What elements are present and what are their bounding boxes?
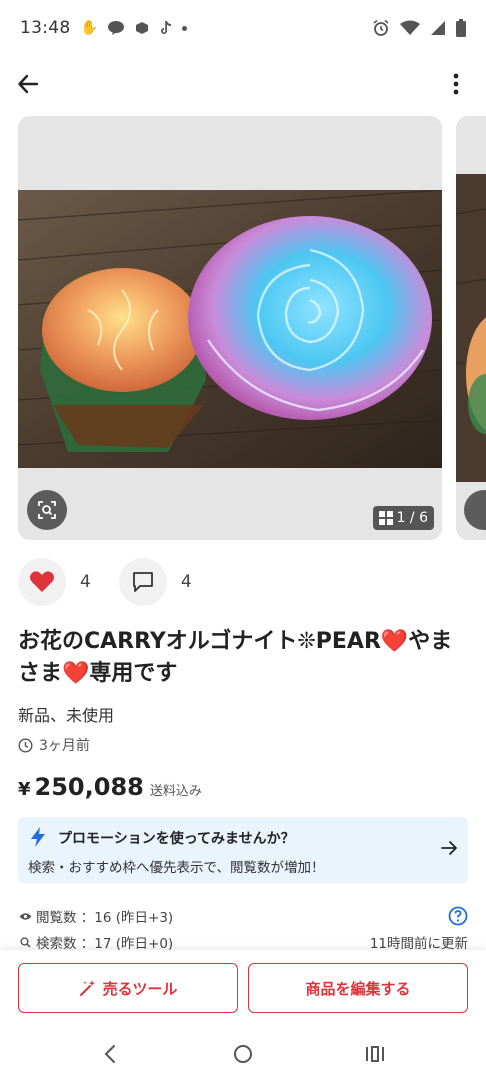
views-row: 閲覧数 ：16 (昨日+3) [18, 903, 468, 929]
search-icon [18, 936, 32, 948]
updated-time: 11時間前に更新 [369, 936, 468, 952]
more-options-button[interactable] [440, 68, 472, 100]
promotion-title: プロモーションを使ってみませんか？ [58, 831, 295, 847]
sell-tools-button[interactable]: 売るツール [18, 963, 238, 1013]
item-condition: 新品、未使用 [18, 706, 115, 725]
nav-back-icon[interactable] [100, 1043, 122, 1065]
app-icon [135, 22, 148, 34]
next-product-photo [456, 174, 486, 482]
signal-icon [431, 21, 445, 35]
like-button[interactable] [18, 558, 66, 606]
grid-icon [378, 511, 393, 525]
item-title: お花のCARRYオルゴナイト❊PEAR❤️やまさま❤️専用です [18, 629, 453, 686]
battery-icon [456, 19, 466, 37]
posted-time-text: 3ヶ月前 [39, 738, 90, 754]
status-time: 13:48 [20, 18, 71, 38]
comment-icon [132, 572, 153, 592]
comment-button[interactable] [118, 558, 167, 606]
arrow-left-icon [18, 74, 39, 94]
item-stats: 閲覧数 ：16 (昨日+3) 検索数 ：17 (昨日+0) 11時間前に更新 [18, 903, 468, 955]
price: ¥ 250,088 送料込み [18, 773, 202, 801]
system-nav-bar [0, 1030, 486, 1080]
price-value: 250,088 [34, 773, 144, 801]
magic-wand-icon [79, 980, 95, 996]
app-bar [0, 60, 486, 108]
hand-icon: ✋ [80, 20, 98, 36]
shipping-note: 送料込み [149, 784, 202, 799]
image-counter-text: 1 / 6 [396, 510, 428, 526]
next-image-card[interactable] [456, 116, 486, 540]
like-count: 4 [80, 572, 91, 592]
comment-count: 4 [180, 572, 192, 592]
lens-search-icon [38, 501, 56, 519]
wifi-icon [400, 20, 420, 35]
arrow-right-icon [441, 841, 457, 855]
status-system-icons [372, 19, 466, 37]
dot-icon [181, 25, 187, 31]
searches-text: 検索数 ：17 (昨日+0) [36, 936, 174, 952]
back-button[interactable] [12, 68, 44, 100]
heart-icon [30, 571, 54, 592]
bottom-action-bar: 売るツール 商品を編集する [0, 950, 486, 1030]
lightning-icon [31, 827, 45, 847]
product-photo [18, 190, 442, 468]
line-icon [107, 21, 124, 35]
help-icon[interactable] [448, 906, 468, 926]
eye-icon [18, 912, 32, 921]
status-notification-icons: ✋ [81, 20, 187, 36]
alarm-icon [373, 19, 389, 36]
next-image-search-button[interactable] [464, 490, 486, 530]
views-text: 閲覧数 ：16 (昨日+3) [36, 910, 174, 926]
sell-tools-label: 売るツール [102, 979, 178, 998]
promotion-banner[interactable]: プロモーションを使ってみませんか？ 検索・おすすめ枠へ優先表示で、閲覧数が増加！ [18, 817, 468, 883]
edit-item-button[interactable]: 商品を編集する [248, 963, 468, 1013]
image-counter: 1 / 6 [372, 506, 434, 530]
tiktok-icon [160, 21, 171, 34]
more-vert-icon [453, 73, 459, 95]
nav-home-icon[interactable] [232, 1043, 254, 1065]
product-image-card[interactable]: 1 / 6 [18, 116, 442, 540]
nav-recents-icon[interactable] [364, 1043, 386, 1065]
posted-time: 3ヶ月前 [18, 735, 90, 755]
image-search-button[interactable] [27, 490, 67, 530]
promotion-body: 検索・おすすめ枠へ優先表示で、閲覧数が増加！ [28, 860, 325, 876]
item-actions: 4 4 [18, 558, 220, 606]
edit-item-label: 商品を編集する [305, 979, 411, 998]
image-carousel[interactable]: 1 / 6 [18, 116, 486, 540]
status-bar: 13:48 ✋ [0, 0, 486, 56]
price-currency: ¥ [18, 779, 31, 800]
clock-icon [18, 737, 33, 753]
